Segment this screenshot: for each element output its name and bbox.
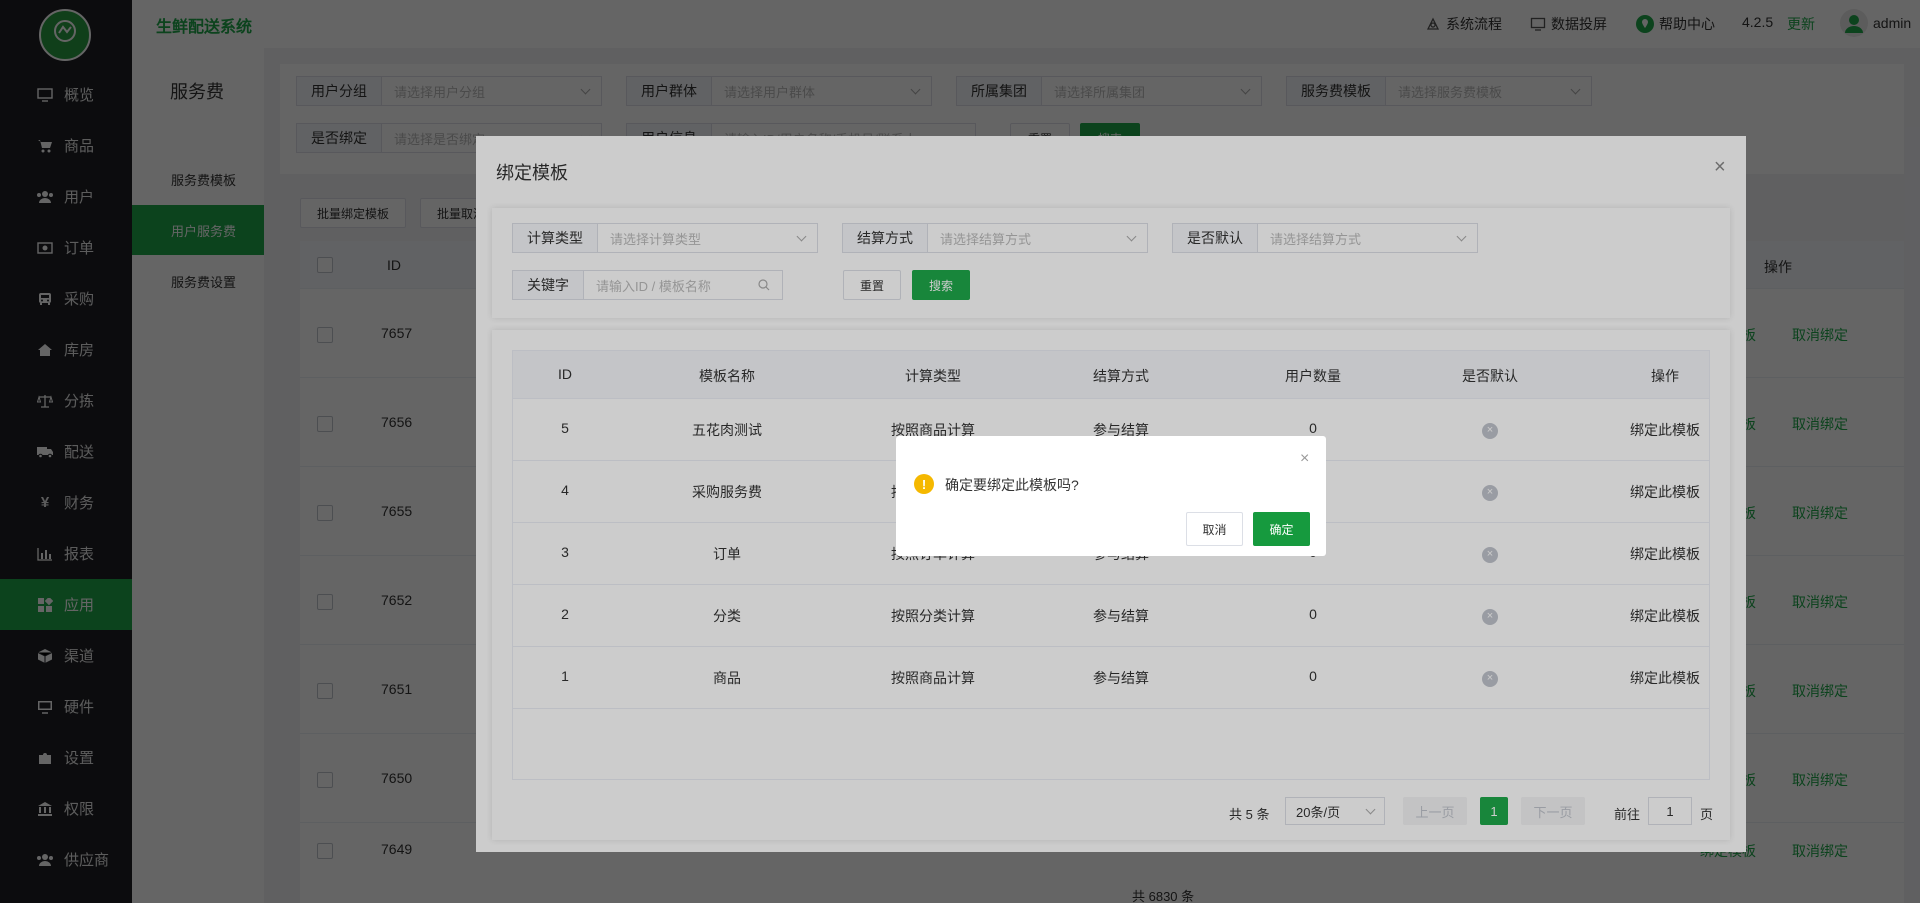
- confirm-dialog: × ! 确定要绑定此模板吗? 取消 确定: [896, 436, 1326, 556]
- confirm-close-icon[interactable]: ×: [1300, 450, 1309, 468]
- confirm-cancel-button[interactable]: 取消: [1186, 512, 1243, 546]
- warning-icon: !: [914, 474, 934, 494]
- confirm-message: 确定要绑定此模板吗?: [945, 477, 1079, 493]
- confirm-ok-button[interactable]: 确定: [1253, 512, 1310, 546]
